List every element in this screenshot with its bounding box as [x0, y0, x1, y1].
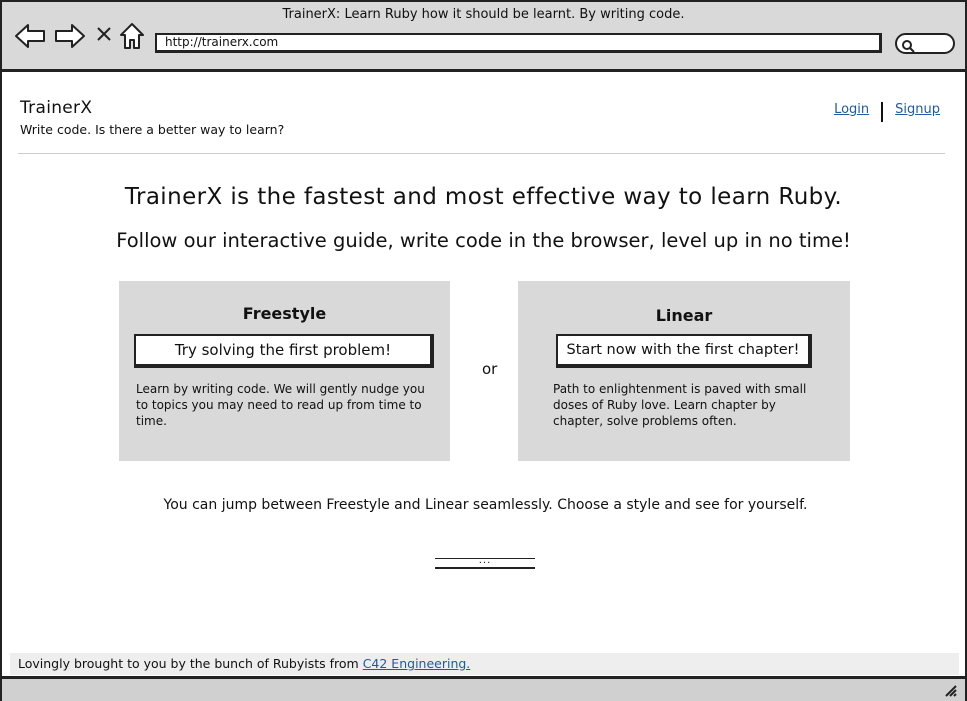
linear-card: Linear Start now with the first chapter!… [518, 281, 850, 461]
page-footer: Lovingly brought to you by the bunch of … [10, 653, 959, 675]
hero-subheadline: Follow our interactive guide, write code… [116, 229, 851, 252]
browser-toolbar: TrainerX: Learn Ruby how it should be le… [2, 2, 965, 72]
link-separator [881, 102, 884, 122]
site-title: TrainerX [20, 98, 93, 118]
freestyle-card: Freestyle Try solving the first problem!… [119, 281, 450, 461]
login-link[interactable]: Login [834, 102, 869, 117]
start-first-chapter-button[interactable]: Start now with the first chapter! [556, 334, 812, 368]
signup-link[interactable]: Signup [895, 102, 940, 117]
window-title: TrainerX: Learn Ruby how it should be le… [282, 7, 685, 22]
switch-note: You can jump between Freestyle and Linea… [163, 497, 808, 513]
forward-arrow-icon[interactable] [54, 23, 86, 49]
close-icon[interactable] [96, 26, 112, 42]
divider-line-bottom [435, 567, 535, 569]
content-divider-handle: ... [435, 555, 535, 570]
resize-grip-icon[interactable] [943, 682, 957, 701]
browser-status-bar [2, 676, 965, 701]
footer-c42-link[interactable]: C42 Engineering. [363, 656, 471, 671]
browser-search-box[interactable] [895, 33, 955, 54]
linear-title: Linear [655, 306, 713, 325]
search-icon [901, 38, 915, 57]
try-first-problem-button[interactable]: Try solving the first problem! [134, 334, 434, 368]
address-bar[interactable]: http://trainerx.com [155, 33, 882, 53]
footer-text: Lovingly brought to you by the bunch of … [18, 656, 363, 671]
auth-links: Login Signup [834, 102, 940, 122]
site-tagline: Write code. Is there a better way to lea… [20, 122, 285, 137]
freestyle-title: Freestyle [242, 304, 327, 323]
header-divider [18, 153, 945, 154]
browser-window: TrainerX: Learn Ruby how it should be le… [0, 0, 967, 701]
linear-description: Path to enlightenment is paved with smal… [553, 382, 807, 428]
divider-dots: ... [478, 555, 492, 566]
freestyle-description: Learn by writing code. We will gently nu… [136, 382, 425, 428]
back-arrow-icon[interactable] [14, 23, 46, 49]
home-icon[interactable] [119, 22, 145, 50]
hero-headline: TrainerX is the fastest and most effecti… [124, 184, 843, 210]
or-separator: or [482, 360, 498, 378]
